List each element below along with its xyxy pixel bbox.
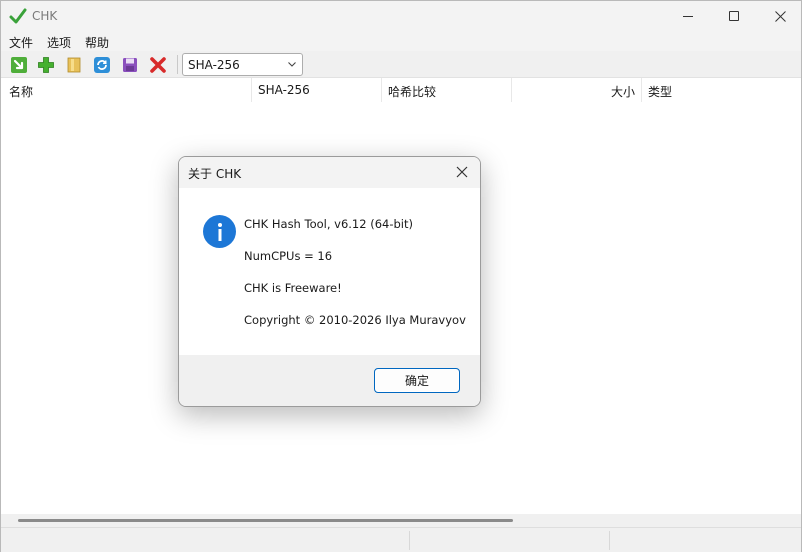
refresh-button[interactable] xyxy=(91,54,113,76)
list-header: 名称 SHA-256 哈希比较 大小 类型 xyxy=(1,78,801,102)
close-icon[interactable] xyxy=(455,165,469,179)
dialog-body: CHK Hash Tool, v6.12 (64-bit) NumCPUs = … xyxy=(179,188,480,355)
add-folder-button[interactable] xyxy=(63,54,85,76)
freeware-text: CHK is Freeware! xyxy=(244,281,342,295)
column-size-label: 大小 xyxy=(610,85,635,99)
toolbar-separator xyxy=(177,55,178,74)
toolbar: SHA-256 xyxy=(1,51,801,78)
open-files-button[interactable] xyxy=(8,54,30,76)
column-type[interactable]: 类型 xyxy=(642,78,801,102)
open-icon xyxy=(11,57,27,73)
status-separator xyxy=(409,531,410,550)
ok-button[interactable]: 确定 xyxy=(374,368,460,393)
maximize-icon xyxy=(729,11,739,21)
status-bar xyxy=(1,527,801,552)
window-title: CHK xyxy=(32,9,58,23)
status-separator xyxy=(609,531,610,550)
close-icon xyxy=(774,10,786,22)
hash-algorithm-select[interactable]: SHA-256 xyxy=(182,53,303,76)
hash-algorithm-value: SHA-256 xyxy=(188,58,240,72)
menu-file[interactable]: 文件 xyxy=(9,34,33,51)
horizontal-scrollbar[interactable] xyxy=(1,514,801,527)
delete-icon xyxy=(150,57,166,73)
column-compare-label: 哈希比较 xyxy=(388,85,437,99)
refresh-icon xyxy=(94,57,110,73)
add-files-button[interactable] xyxy=(35,54,57,76)
column-name[interactable]: 名称 xyxy=(1,78,252,102)
column-hash[interactable]: SHA-256 xyxy=(252,78,382,102)
version-text: CHK Hash Tool, v6.12 (64-bit) xyxy=(244,217,413,231)
minimize-icon xyxy=(683,15,693,17)
menu-options[interactable]: 选项 xyxy=(47,34,71,51)
info-glyph xyxy=(217,222,222,241)
scrollbar-thumb[interactable] xyxy=(18,519,513,522)
chevron-down-icon xyxy=(288,62,296,67)
copyright-text: Copyright © 2010-2026 Ilya Muravyov xyxy=(244,313,466,327)
save-icon xyxy=(123,58,137,72)
dialog-footer: 确定 xyxy=(179,355,480,406)
checkmark-icon xyxy=(9,8,27,24)
close-window-button[interactable] xyxy=(757,1,802,31)
column-type-label: 类型 xyxy=(648,85,673,99)
column-hash-label: SHA-256 xyxy=(258,83,310,97)
cpu-count-text: NumCPUs = 16 xyxy=(244,249,333,263)
menu-bar: 文件 选项 帮助 xyxy=(1,31,801,51)
column-size[interactable]: 大小 xyxy=(512,78,642,102)
save-button[interactable] xyxy=(119,54,141,76)
about-dialog: 关于 CHK CHK Hash Tool, v6.12 (64-bit) Num… xyxy=(178,156,481,407)
info-icon xyxy=(203,215,236,248)
dialog-title-bar[interactable]: 关于 CHK xyxy=(179,157,480,188)
column-compare[interactable]: 哈希比较 xyxy=(382,78,512,102)
column-name-label: 名称 xyxy=(9,85,34,99)
folder-icon xyxy=(67,57,81,73)
menu-help[interactable]: 帮助 xyxy=(85,34,109,51)
dialog-title: 关于 CHK xyxy=(188,167,242,181)
add-icon xyxy=(38,57,54,73)
delete-button[interactable] xyxy=(147,54,169,76)
